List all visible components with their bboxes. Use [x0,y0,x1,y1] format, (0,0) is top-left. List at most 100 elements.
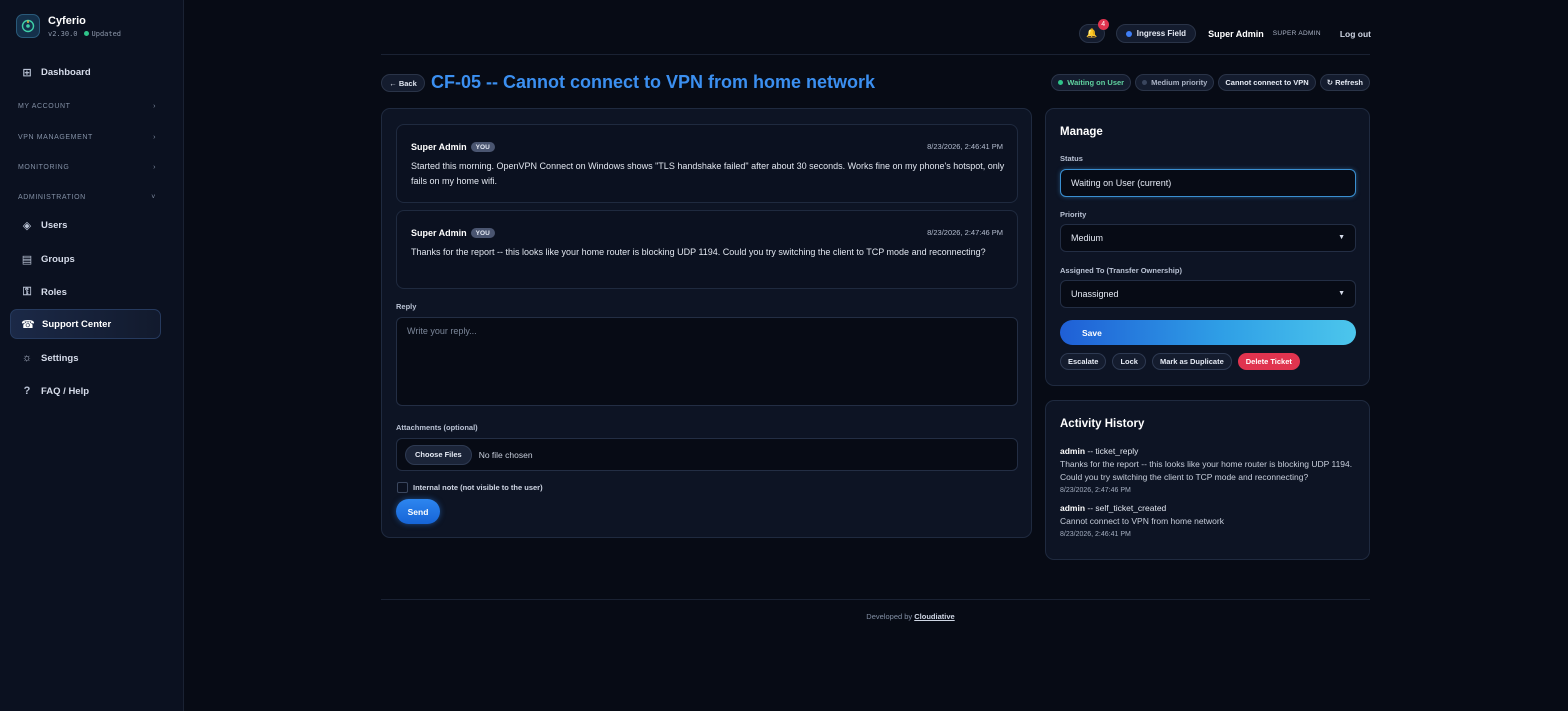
message-body: Started this morning. OpenVPN Connect on… [411,161,1005,186]
chevron-down-icon: ▼ [1338,234,1345,241]
chevron-right-icon: › [153,103,156,110]
footer: Developed by Cloudiative [866,612,955,621]
gear-icon: ☼ [21,352,33,364]
sidebar-item-settings[interactable]: ☼ Settings [10,343,161,373]
assigned-select[interactable]: Unassigned ▼ [1060,280,1356,308]
back-button[interactable]: ← Back [381,74,425,92]
save-button[interactable]: Save [1060,320,1356,345]
sidebar-section-administration[interactable]: ADMINISTRATION ˅ [18,194,156,201]
app-version: v2.30.0 [48,29,78,38]
user-name: Super Admin [1208,28,1264,39]
activity-title: Activity History [1060,418,1145,430]
divider [381,599,1370,600]
notifications-button[interactable]: 🔔 4 [1078,19,1109,43]
message-body: Thanks for the report -- this looks like… [411,247,986,257]
no-file-text: No file chosen [478,449,533,460]
sidebar-item-support-center[interactable]: ☎ Support Center [10,309,161,339]
user-role: SUPER ADMIN [1272,30,1321,37]
activity-text: Thanks for the report -- this looks like… [1060,459,1353,482]
status-label: Status [1060,154,1083,163]
manage-card: Manage Status Waiting on User (current) … [1045,108,1370,386]
app-status: Updated [91,29,122,38]
sidebar-item-roles[interactable]: ⚿ Roles [10,277,161,307]
ticket-actions: Escalate Lock Mark as Duplicate Delete T… [1060,353,1306,370]
users-icon: ◈ [22,219,32,232]
reply-input[interactable] [396,317,1018,406]
activity-text: Cannot connect to VPN from home network [1060,516,1224,526]
activity-card: Activity History admin -- ticket_reply T… [1045,400,1370,560]
activity-time: 8/23/2026, 2:46:41 PM [1060,531,1131,538]
divider [381,54,1370,55]
message-time: 8/23/2026, 2:46:41 PM [927,142,1003,151]
status-badge: Waiting on User [1051,74,1132,91]
brand[interactable]: Cyferio v2.30.0 Updated [16,14,121,38]
assigned-label: Assigned To (Transfer Ownership) [1060,266,1182,275]
sidebar-item-label: FAQ / Help [41,385,90,397]
sidebar-item-label: Support Center [42,318,112,330]
message-author: Super Admin [411,228,467,238]
sidebar-section-vpn-management[interactable]: VPN MANAGEMENT › [18,134,156,141]
sidebar-item-label: Roles [41,286,67,298]
priority-select[interactable]: Medium ▼ [1060,224,1356,252]
lock-button[interactable]: Lock [1112,353,1146,370]
sidebar-item-label: Settings [41,352,79,364]
refresh-button[interactable]: ↻ Refresh [1319,74,1370,91]
sidebar-item-users[interactable]: ◈ Users [10,210,161,240]
status-select[interactable]: Waiting on User (current) [1060,169,1356,197]
field-selector[interactable]: Ingress Field [1115,24,1197,43]
ticket-chips: Waiting on User Medium priority Cannot c… [1047,74,1370,91]
sidebar-item-faq-help[interactable]: ? FAQ / Help [10,376,161,406]
page-title: CF-05 -- Cannot connect to VPN from home… [431,72,876,92]
internal-note-label[interactable]: Internal note (not visible to the user) [413,483,543,492]
logout-link[interactable]: Log out [1340,29,1371,39]
attachments-label: Attachments (optional) [396,423,478,432]
chevron-right-icon: › [153,134,156,141]
activity-item: admin -- ticket_reply Thanks for the rep… [1060,445,1360,494]
conversation-card: Super Admin YOU 8/23/2026, 2:46:41 PM St… [381,108,1032,538]
you-badge: YOU [470,142,495,152]
field-dot-icon [1125,30,1132,37]
bell-icon: 🔔 [1086,28,1098,38]
message-item: Super Admin YOU 8/23/2026, 2:47:46 PM Th… [396,210,1018,289]
sidebar-item-label: Dashboard [41,66,91,78]
cyferio-logo-icon [16,14,40,38]
status-dot-icon [1058,80,1064,85]
activity-user: admin [1060,503,1086,513]
send-button[interactable]: Send [396,499,440,524]
mark-duplicate-button[interactable]: Mark as Duplicate [1151,353,1232,370]
delete-ticket-button[interactable]: Delete Ticket [1237,353,1300,370]
sidebar-item-dashboard[interactable]: ⊞ Dashboard [10,57,161,87]
sidebar-item-label: Users [41,219,68,231]
phone-icon: ☎ [21,318,35,331]
notification-count-badge: 4 [1097,19,1109,30]
chevron-right-icon: › [153,164,156,171]
message-time: 8/23/2026, 2:47:46 PM [927,228,1003,237]
sidebar-item-label: Groups [41,253,75,265]
app-name: Cyferio [48,14,86,27]
status-dot-icon [83,31,89,36]
priority-badge: Medium priority [1135,74,1215,91]
activity-action: -- ticket_reply [1085,446,1139,456]
escalate-button[interactable]: Escalate [1060,353,1107,370]
developer-link[interactable]: Cloudiative [914,612,954,621]
sidebar-section-my-account[interactable]: MY ACCOUNT › [18,103,156,110]
reply-label: Reply [396,302,417,311]
priority-dot-icon [1142,80,1148,85]
category-badge: Cannot connect to VPN [1218,74,1316,91]
activity-time: 8/23/2026, 2:47:46 PM [1060,487,1131,494]
sidebar-item-groups[interactable]: ▤ Groups [10,244,161,274]
activity-user: admin [1060,446,1086,456]
file-input[interactable]: Choose Files No file chosen [396,438,1018,471]
chevron-down-icon: ▼ [1338,290,1345,297]
question-icon: ? [23,385,31,397]
you-badge: YOU [470,228,495,238]
sidebar-section-monitoring[interactable]: MONITORING › [18,164,156,171]
topbar: 🔔 4 Ingress Field Super Admin SUPER ADMI… [1078,19,1371,43]
groups-icon: ▤ [21,253,33,266]
grid-icon: ⊞ [22,66,32,79]
message-author: Super Admin [411,142,467,152]
sidebar: Cyferio v2.30.0 Updated ⊞ Dashboard MY A… [0,0,184,711]
choose-files-button[interactable]: Choose Files [405,444,472,465]
chevron-down-icon: ˅ [151,194,156,201]
internal-note-checkbox[interactable] [397,482,408,493]
